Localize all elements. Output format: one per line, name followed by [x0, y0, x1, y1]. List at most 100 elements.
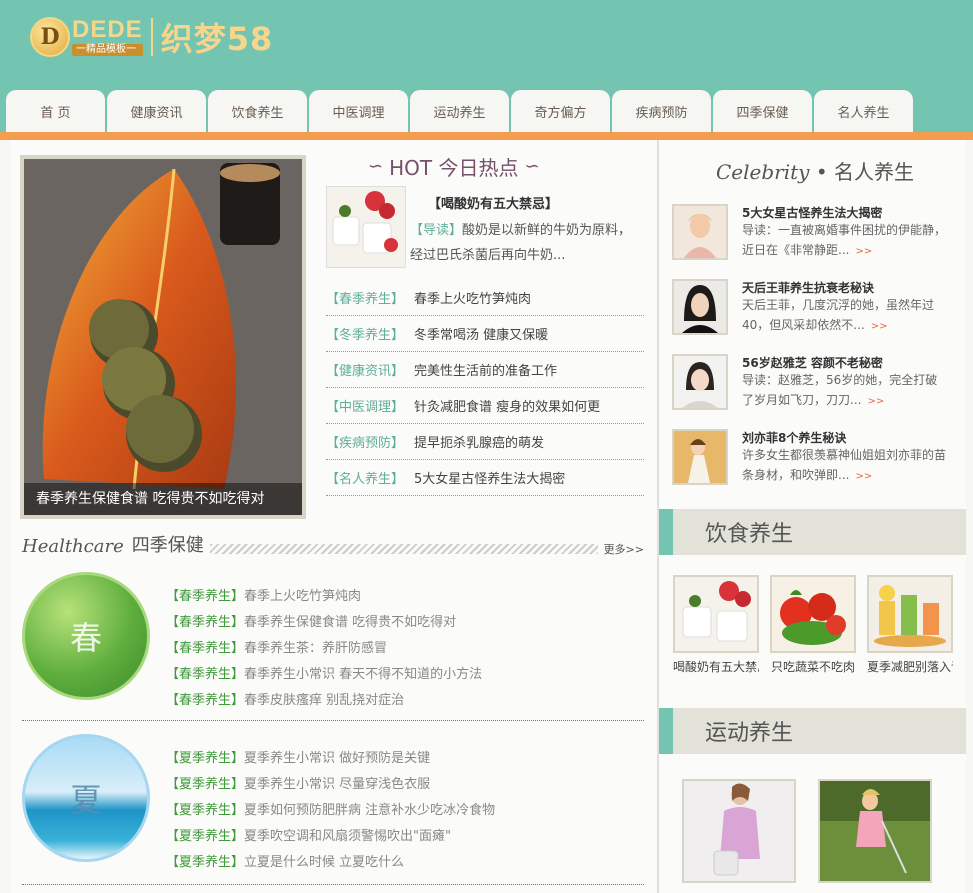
- celebrity-item[interactable]: 刘亦菲8个养生秘诀 许多女生都很羡慕神仙姐姐刘亦菲的苗条身材，和吹弹即... >>: [672, 429, 952, 489]
- more-link[interactable]: >>: [855, 246, 872, 257]
- list-item[interactable]: 【春季养生】春季皮肤瘙痒 别乱挠对症治: [166, 688, 482, 714]
- list-item[interactable]: 【夏季养生】立夏是什么时候 立夏吃什么: [166, 850, 495, 876]
- list-item-category[interactable]: 【中医调理】: [326, 396, 404, 415]
- hot-headline[interactable]: 【喝酸奶有五大禁忌】: [428, 193, 558, 212]
- food-thumbnail[interactable]: [867, 575, 953, 653]
- list-item-title[interactable]: 夏季如何预防肥胖病 注意补水少吃冰冷食物: [244, 803, 495, 818]
- list-item-category[interactable]: 【春季养生】: [166, 693, 244, 708]
- sport-thumbnail[interactable]: [818, 779, 932, 883]
- food-label[interactable]: 只吃蔬菜不吃肉: [770, 658, 856, 675]
- nav-health-news[interactable]: 健康资讯: [107, 90, 206, 132]
- list-item-category[interactable]: 【夏季养生】: [166, 829, 244, 844]
- list-item-title[interactable]: 春季养生保健食谱 吃得贵不如吃得对: [244, 615, 456, 630]
- celebrity-item[interactable]: 56岁赵雅芝 容颜不老秘密 导读：赵雅芝，56岁的她，完全打破了岁月如飞刀，刀刀…: [672, 354, 952, 414]
- nav-seasons[interactable]: 四季保健: [713, 90, 812, 132]
- list-item[interactable]: 【夏季养生】夏季养生小常识 做好预防是关键: [166, 746, 495, 772]
- sport-section-header[interactable]: 运动养生: [659, 708, 966, 754]
- list-item-title[interactable]: 夏季养生小常识 尽量穿浅色衣服: [244, 777, 430, 792]
- list-item-title[interactable]: 春季上火吃竹笋炖肉: [414, 288, 531, 307]
- list-item[interactable]: 【夏季养生】夏季如何预防肥胖病 注意补水少吃冰冷食物: [166, 798, 495, 824]
- food-thumbnail[interactable]: [673, 575, 759, 653]
- list-item[interactable]: 【春季养生】春季养生小常识 春天不得不知道的小方法: [166, 662, 482, 688]
- food-item[interactable]: 喝酸奶有五大禁忌: [673, 575, 759, 675]
- celebrity-photo[interactable]: [672, 429, 728, 485]
- list-item[interactable]: 【冬季养生】 冬季常喝汤 健康又保暖: [326, 316, 644, 352]
- list-item-category[interactable]: 【春季养生】: [166, 589, 244, 604]
- list-item-title[interactable]: 春季皮肤瘙痒 别乱挠对症治: [244, 693, 404, 708]
- list-item-title[interactable]: 5大女星古怪养生法大揭密: [414, 468, 565, 487]
- list-item-category[interactable]: 【夏季养生】: [166, 751, 244, 766]
- featured-caption[interactable]: 春季养生保健食谱 吃得贵不如吃得对: [24, 483, 302, 515]
- list-item-category[interactable]: 【疾病预防】: [326, 432, 404, 451]
- list-item-category[interactable]: 【夏季养生】: [166, 855, 244, 870]
- list-item-category[interactable]: 【春季养生】: [166, 667, 244, 682]
- list-item-title[interactable]: 针灸减肥食谱 瘦身的效果如何更: [414, 396, 600, 415]
- portrait-image: [674, 206, 726, 258]
- list-item-title[interactable]: 夏季养生小常识 做好预防是关键: [244, 751, 430, 766]
- section-divider: [22, 720, 644, 721]
- list-item-category[interactable]: 【春季养生】: [166, 641, 244, 656]
- list-item-title[interactable]: 提早扼杀乳腺癌的萌发: [414, 432, 544, 451]
- nav-disease[interactable]: 疾病预防: [612, 90, 711, 132]
- list-item[interactable]: 【春季养生】春季养生保健食谱 吃得贵不如吃得对: [166, 610, 482, 636]
- list-item[interactable]: 【中医调理】 针灸减肥食谱 瘦身的效果如何更: [326, 388, 644, 424]
- food-thumbnail[interactable]: [770, 575, 856, 653]
- celebrity-name[interactable]: 56岁赵雅芝 容颜不老秘密: [742, 354, 883, 371]
- celebrity-item[interactable]: 天后王菲养生抗衰老秘诀 天后王菲，几度沉浮的她，虽然年过40，但风采却依然不..…: [672, 279, 952, 339]
- celebrity-photo[interactable]: [672, 204, 728, 260]
- food-label[interactable]: 夏季减肥别落入误区: [867, 658, 953, 675]
- celebrity-name[interactable]: 5大女星古怪养生法大揭密: [742, 204, 882, 221]
- list-item[interactable]: 【夏季养生】夏季吹空调和风扇须警惕吹出"面瘫": [166, 824, 495, 850]
- list-item[interactable]: 【名人养生】 5大女星古怪养生法大揭密: [326, 460, 644, 496]
- list-item-category[interactable]: 【夏季养生】: [166, 803, 244, 818]
- list-item-title[interactable]: 立夏是什么时候 立夏吃什么: [244, 855, 404, 870]
- list-item[interactable]: 【春季养生】春季上火吃竹笋炖肉: [326, 280, 644, 316]
- food-label[interactable]: 喝酸奶有五大禁忌: [673, 658, 759, 675]
- more-link[interactable]: >>: [867, 396, 884, 407]
- summer-image[interactable]: 夏: [22, 734, 150, 862]
- list-item-title[interactable]: 夏季吹空调和风扇须警惕吹出"面瘫": [244, 829, 451, 844]
- celebrity-item[interactable]: 5大女星古怪养生法大揭密 导读：一直被离婚事件困扰的伊能静，近日在《非常静距..…: [672, 204, 952, 264]
- list-item-title[interactable]: 春季养生小常识 春天不得不知道的小方法: [244, 667, 482, 682]
- nav-diet[interactable]: 饮食养生: [208, 90, 307, 132]
- featured-photo[interactable]: 春季养生保健食谱 吃得贵不如吃得对: [20, 155, 306, 519]
- food-item[interactable]: 夏季减肥别落入误区: [867, 575, 953, 675]
- celebrity-photo[interactable]: [672, 279, 728, 335]
- nav-sport[interactable]: 运动养生: [410, 90, 509, 132]
- list-item[interactable]: 【健康资讯】 完美性生活前的准备工作: [326, 352, 644, 388]
- list-item-title[interactable]: 冬季常喝汤 健康又保暖: [414, 324, 548, 343]
- hot-thumbnail[interactable]: [326, 186, 406, 268]
- celebrity-desc-text: 导读：赵雅芝，56岁的她，完全打破了岁月如飞刀，刀刀...: [742, 373, 938, 407]
- list-item-category[interactable]: 【夏季养生】: [166, 777, 244, 792]
- nav-celebrity[interactable]: 名人养生: [814, 90, 913, 132]
- site-logo[interactable]: D DEDE 一精品模板一 织梦58: [30, 14, 273, 60]
- list-item[interactable]: 【疾病预防】 提早扼杀乳腺癌的萌发: [326, 424, 644, 460]
- list-item-category[interactable]: 【春季养生】: [166, 615, 244, 630]
- hot-summary-label: 【导读】: [410, 223, 463, 238]
- nav-home[interactable]: 首 页: [6, 90, 105, 132]
- list-item-category[interactable]: 【名人养生】: [326, 468, 404, 487]
- more-link[interactable]: >>: [871, 321, 888, 332]
- list-item[interactable]: 【春季养生】春季养生茶：养肝防感冒: [166, 636, 482, 662]
- healthcare-more-link[interactable]: 更多>>: [604, 541, 644, 557]
- featured-image[interactable]: 春季养生保健食谱 吃得贵不如吃得对: [24, 159, 302, 515]
- food-item[interactable]: 只吃蔬菜不吃肉: [770, 575, 856, 675]
- list-item[interactable]: 【春季养生】春季上火吃竹笋炖肉: [166, 584, 482, 610]
- list-item[interactable]: 【夏季养生】夏季养生小常识 尽量穿浅色衣服: [166, 772, 495, 798]
- sport-thumbnail[interactable]: [682, 779, 796, 883]
- list-item-title[interactable]: 完美性生活前的准备工作: [414, 360, 557, 379]
- list-item-title[interactable]: 春季养生茶：养肝防感冒: [244, 641, 387, 656]
- main-nav: 首 页 健康资讯 饮食养生 中医调理 运动养生 奇方偏方 疾病预防 四季保健 名…: [6, 90, 915, 132]
- more-link[interactable]: >>: [855, 471, 872, 482]
- diet-section-header[interactable]: 饮食养生: [659, 509, 966, 555]
- nav-remedies[interactable]: 奇方偏方: [511, 90, 610, 132]
- celebrity-name[interactable]: 天后王菲养生抗衰老秘诀: [742, 279, 874, 296]
- list-item-category[interactable]: 【春季养生】: [326, 288, 404, 307]
- celebrity-photo[interactable]: [672, 354, 728, 410]
- list-item-category[interactable]: 【健康资讯】: [326, 360, 404, 379]
- spring-image[interactable]: 春: [22, 572, 150, 700]
- nav-tcm[interactable]: 中医调理: [309, 90, 408, 132]
- celebrity-name[interactable]: 刘亦菲8个养生秘诀: [742, 429, 846, 446]
- list-item-category[interactable]: 【冬季养生】: [326, 324, 404, 343]
- list-item-title[interactable]: 春季上火吃竹笋炖肉: [244, 589, 361, 604]
